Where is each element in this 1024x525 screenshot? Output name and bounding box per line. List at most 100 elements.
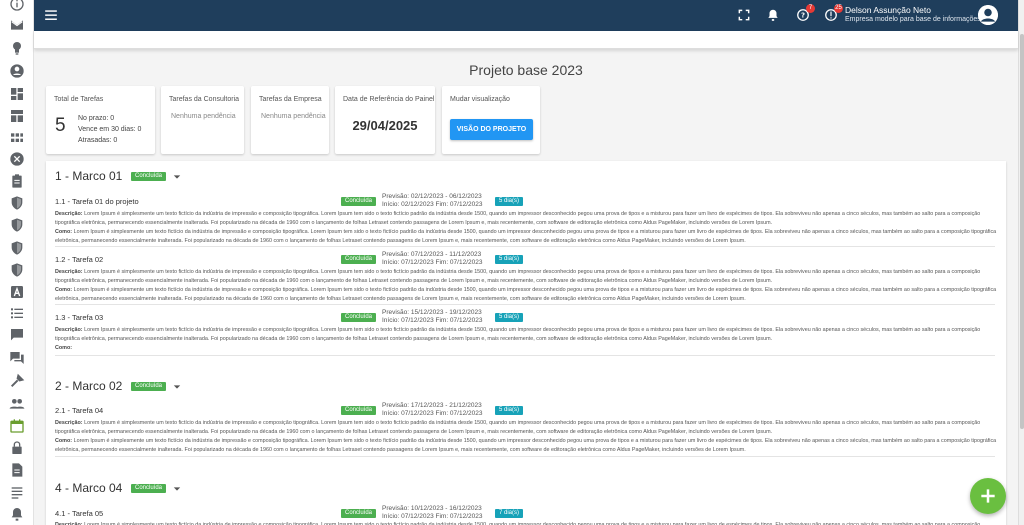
scroll-thumb[interactable] [1020,34,1024,429]
help-badge: 7 [806,4,815,13]
task-title: 1.3 - Tarefa 03 [55,313,104,322]
total-tasks-card: Total de Tarefas 5 No prazo: 0 Vence em … [46,86,155,154]
notes-icon[interactable] [9,484,25,500]
task-description: Descrição: Lorem Ipsum é simplesmente um… [55,210,997,228]
account-icon[interactable] [9,63,25,79]
add-button[interactable] [970,478,1006,514]
view-mode-card: Mudar visualização VISÃO DO PROJETO [442,86,540,154]
fullscreen-icon[interactable] [737,8,751,22]
page-scrollbar[interactable] [1018,0,1024,525]
forecast-dates: Previsão: 10/12/2023 - 16/12/2023 [382,505,482,512]
user-company[interactable]: Empresa modelo para base de informações [845,16,981,23]
days-badge: 5 dia(s) [495,255,524,264]
empty-label: Nenhuma pendência [261,113,326,120]
task-how: Como: Lorem Ipsum é simplesmente um text… [55,228,997,246]
status-badge: Concluída [131,382,167,391]
task-dates: Previsão: 10/12/2023 - 16/12/2023 Início:… [382,505,482,521]
list-icon[interactable] [9,305,25,321]
task-description: Descrição: Lorem Ipsum é simplesmente um… [55,326,997,344]
divider [55,355,995,356]
clipboard-icon[interactable] [9,173,25,189]
reference-date-card: Data de Referência do Painel 29/04/2025 [335,86,435,154]
how-text: Lorem Ipsum é simplesmente um texto fict… [55,287,997,302]
dashboard-alt-icon[interactable] [9,108,25,124]
how-text: Lorem Ipsum é simplesmente um texto fict… [55,438,997,453]
mail-icon[interactable] [9,17,25,33]
info-icon[interactable] [9,0,25,12]
dashboard-icon[interactable] [9,86,25,102]
on-time-count: No prazo: 0 [78,115,115,122]
desc-text: Lorem Ipsum é simplesmente um texto fict… [55,211,981,226]
how-text: Lorem Ipsum é simplesmente um texto fict… [55,229,997,244]
desc-label: Descrição: [55,327,83,333]
cancel-icon[interactable] [9,151,25,167]
desc-label: Descrição: [55,269,83,275]
user-name[interactable]: Delson Assunção Neto [845,5,931,15]
status-badge: Concluída [341,197,377,206]
task-dates: Previsão: 17/12/2023 - 21/12/2023 Início:… [382,402,482,418]
task-title: 1.1 - Tarefa 01 do projeto [55,197,139,206]
shield-alt2-icon[interactable] [9,240,25,256]
project-view-button[interactable]: VISÃO DO PROJETO [450,119,533,140]
document-icon[interactable] [9,462,25,478]
lock-icon[interactable] [9,440,25,456]
font-icon[interactable] [9,284,25,300]
milestone-title: 2 - Marco 02 [55,379,123,393]
task-how: Como: Lorem Ipsum é simplesmente um text… [55,286,997,304]
card-title: Tarefas da Consultoria [169,96,240,103]
milestone-title: 1 - Marco 01 [55,169,123,183]
tools-icon[interactable] [9,373,25,389]
reference-date: 29/04/2025 [352,118,418,133]
shield-alt-icon[interactable] [9,217,25,233]
card-title: Mudar visualização [450,96,510,103]
task-description: Descrição: Lorem Ipsum é simplesmente um… [55,521,997,525]
how-label: Como: [55,438,73,444]
svg-text:?: ? [801,12,805,20]
task-title: 1.2 - Tarefa 02 [55,255,104,264]
desc-text: Lorem Ipsum é simplesmente um texto fict… [55,269,981,284]
actual-dates: Início: 07/12/2023 Fim: 07/12/2023 [382,410,483,417]
chevron-down-icon[interactable] [173,383,181,391]
task-dates: Previsão: 02/12/2023 - 06/12/2023 Início:… [382,193,482,209]
divider [55,456,995,457]
card-title: Data de Referência do Painel [343,96,435,103]
forecast-dates: Previsão: 02/12/2023 - 06/12/2023 [382,193,482,200]
total-tasks-value: 5 [55,115,66,136]
chevron-down-icon[interactable] [173,173,181,181]
days-badge: 5 dia(s) [495,197,524,206]
shield-icon[interactable] [9,195,25,211]
late-count: Atrasadas: 0 [78,137,118,144]
avatar[interactable] [978,5,998,25]
status-badge: Concluída [341,313,377,322]
page-title: Projeto base 2023 [469,62,583,78]
bell-icon[interactable] [766,8,780,22]
alarm-icon[interactable] [9,506,25,522]
apps-icon[interactable] [9,130,25,146]
forum-icon[interactable] [9,350,25,366]
lightbulb-icon[interactable] [9,40,25,56]
consultoria-card: Tarefas da Consultoria Nenhuma pendência [161,86,244,154]
help-icon[interactable]: ? 7 [796,4,815,22]
desc-text: Lorem Ipsum é simplesmente um texto fict… [55,327,981,342]
task-description: Descrição: Lorem Ipsum é simplesmente um… [55,268,997,286]
shield-alt3-icon[interactable] [9,262,25,278]
people-icon[interactable] [9,396,25,412]
notice-icon[interactable]: 25 [824,4,843,22]
task-dates: Previsão: 07/12/2023 - 11/12/2023 Início:… [382,251,482,267]
task-stats: No prazo: 0 Vence em 30 dias: 0 Atrasada… [78,113,141,146]
actual-dates: Início: 07/12/2023 Fim: 07/12/2023 [382,259,483,266]
status-badge: Concluída [131,172,167,181]
days-badge: 5 dia(s) [495,406,524,415]
desc-label: Descrição: [55,211,83,217]
chevron-down-icon[interactable] [173,485,181,493]
status-badge: Concluída [341,406,377,415]
task-description: Descrição: Lorem Ipsum é simplesmente um… [55,419,997,437]
task-how: Como: [55,344,997,353]
chat-icon[interactable] [9,327,25,343]
calendar-icon[interactable] [9,418,25,434]
forecast-dates: Previsão: 17/12/2023 - 21/12/2023 [382,402,482,409]
status-badge: Concluída [341,509,377,518]
menu-icon[interactable] [44,8,58,22]
desc-text: Lorem Ipsum é simplesmente um texto fict… [55,420,981,435]
forecast-dates: Previsão: 15/12/2023 - 19/12/2023 [382,309,482,316]
